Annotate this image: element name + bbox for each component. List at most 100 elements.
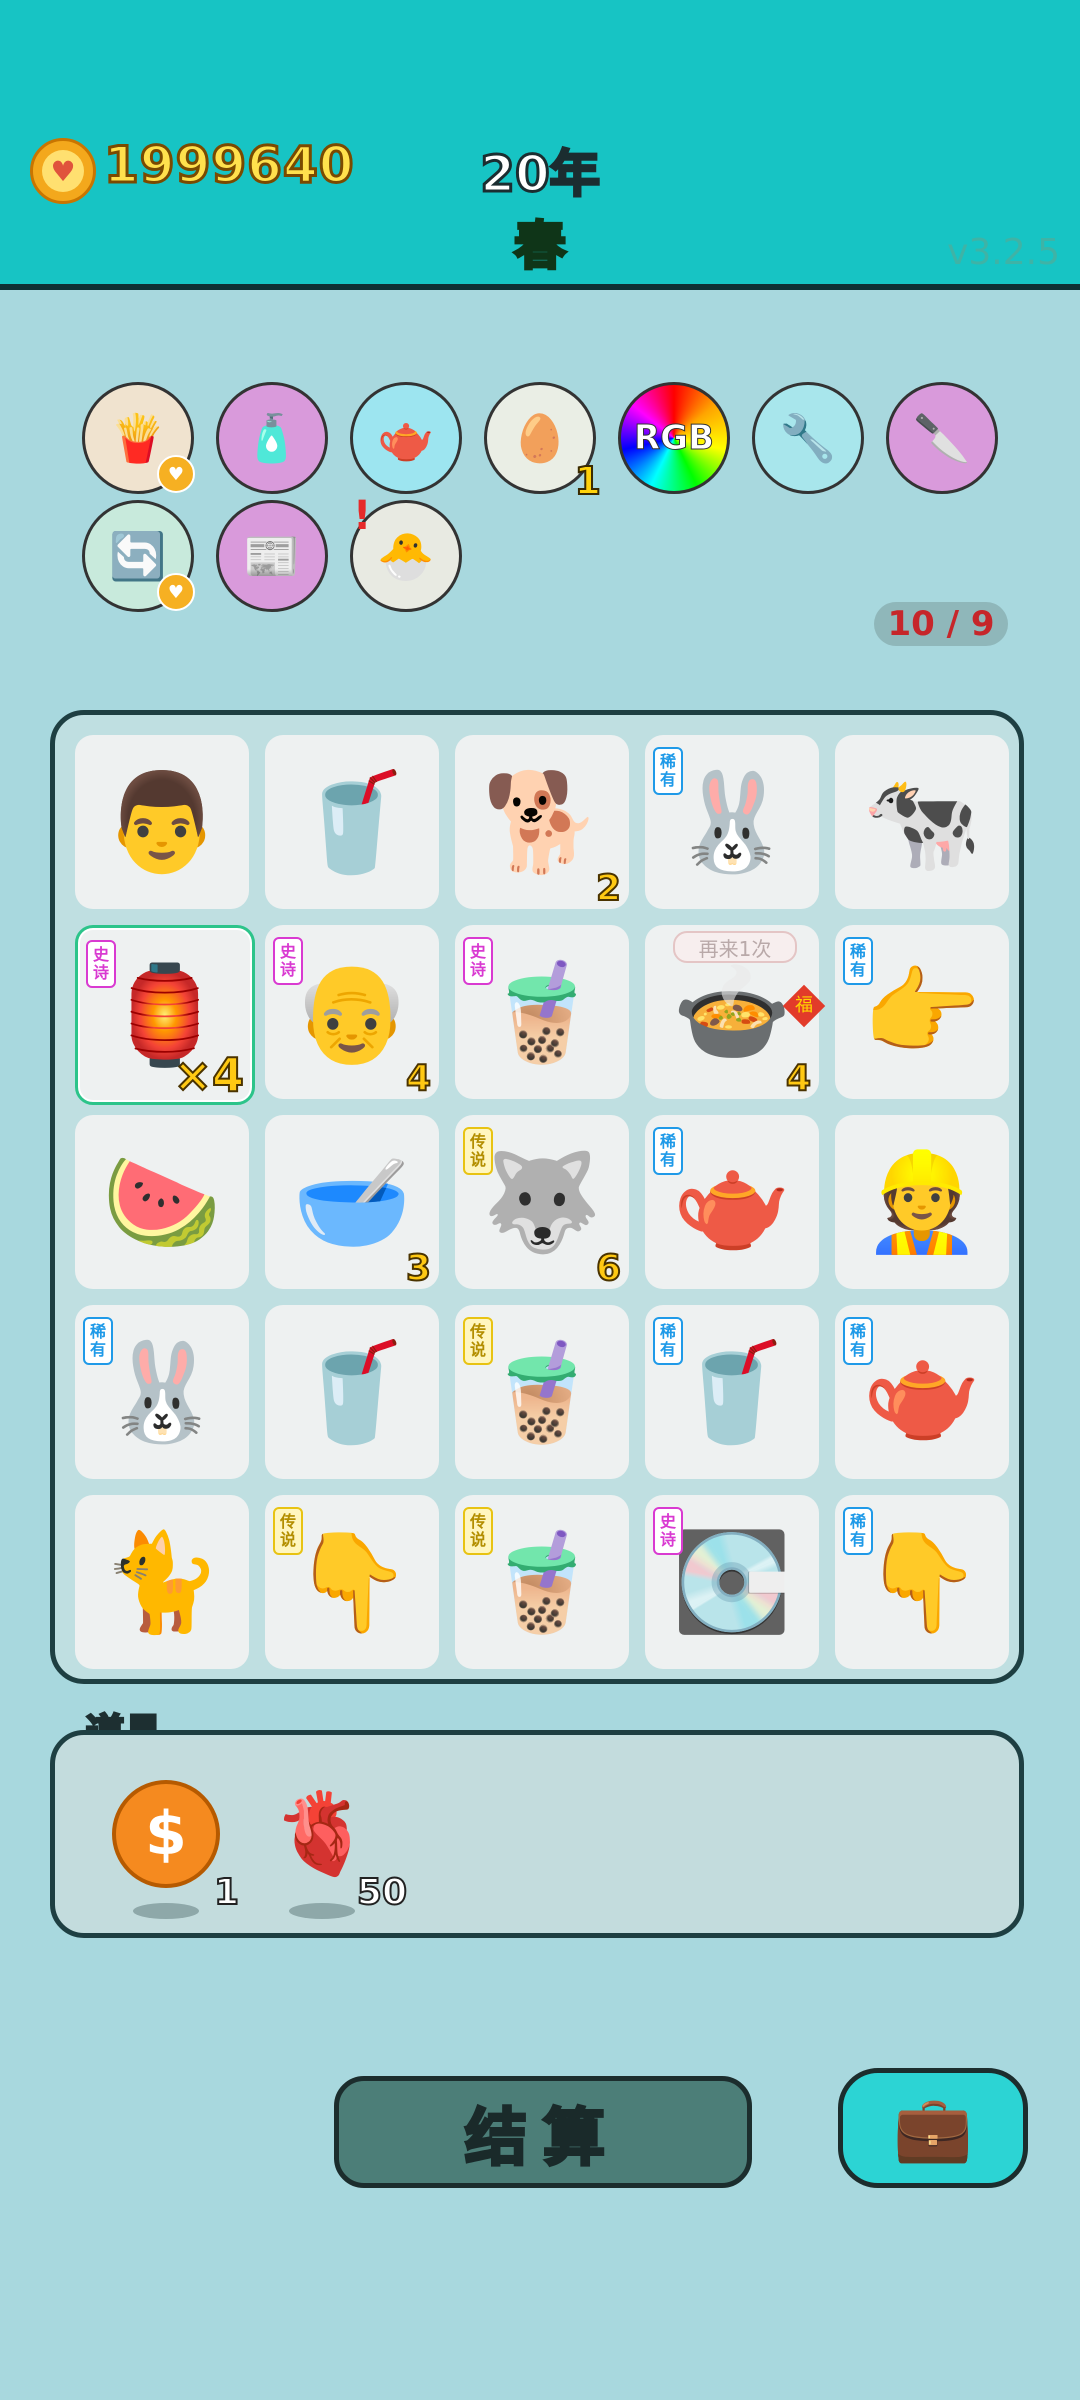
king-husky-icon: 🐺 (482, 1145, 602, 1258)
cleaver-icon[interactable]: 🔪 (886, 382, 998, 494)
time-magazine-icon[interactable]: 📰 (216, 500, 328, 612)
board-cell-milk-tea-cup[interactable]: 🥤 稀有 (645, 1305, 819, 1479)
watermelon-icon: 🍉 (102, 1145, 222, 1258)
board-cell-rabbit[interactable]: 🐰 稀有 (75, 1305, 249, 1479)
rarity-tag: 稀有 (653, 1127, 683, 1175)
rabbit-icon: 🐰 (672, 765, 792, 878)
rarity-tag: 传说 (463, 1127, 493, 1175)
alert-icon: ! (353, 493, 372, 539)
pump-icon[interactable]: 🔧 (752, 382, 864, 494)
cow-icon: 🐄 (862, 765, 982, 878)
coin-icon: ♥ (30, 138, 96, 204)
board-cell-old-man-face[interactable]: 👴 史诗 4 (265, 925, 439, 1100)
board-cell-pointing-hand[interactable]: 👉 稀有 (835, 925, 1009, 1099)
dollar-coin-prop[interactable]: $1 (111, 1779, 240, 1919)
pump-icon-glyph: 🔧 (779, 410, 837, 465)
board-cell-domed-milk-tea[interactable]: 🧋 传说 (455, 1495, 629, 1669)
rarity-tag: 史诗 (86, 940, 116, 988)
brown-hand-icon: 👇 (862, 1525, 982, 1638)
liver-icon: 🫀 (272, 1787, 372, 1880)
gpu-card-icon: 💽 (672, 1525, 792, 1638)
board-cell-brown-hand[interactable]: 👇 稀有 (835, 1495, 1009, 1669)
refresh-icon[interactable]: 🔄 ♥ (82, 500, 195, 612)
domed-milk-tea-icon: 🧋 (482, 1525, 602, 1638)
prop-count: 1 (213, 1871, 240, 1914)
egg-tray-icon-glyph: 🥚 (511, 410, 569, 465)
board-cell-small-milk-tea[interactable]: 🥤 (265, 735, 439, 909)
board-cell-small-milk-tea[interactable]: 🥤 (265, 1305, 439, 1479)
gravy-boat-icon-glyph: 🫖 (377, 410, 435, 465)
teapot-icon: 🫖 (862, 1335, 982, 1448)
small-milk-tea-icon: 🥤 (292, 1335, 412, 1448)
liver-prop[interactable]: 🫀 50 (267, 1779, 408, 1919)
refresh-icon-glyph: 🔄 (109, 528, 167, 583)
version-label: v3.2.5 (947, 232, 1060, 273)
chick-egg-icon-glyph: 🐣 (377, 528, 435, 583)
fries-icon[interactable]: 🍟 ♥ (82, 382, 195, 494)
spray-bottle-icon-glyph: 🧴 (243, 410, 301, 465)
egg-tray-icon[interactable]: 🥚 1 (484, 382, 602, 504)
rarity-tag: 稀有 (653, 747, 683, 795)
board-cell-large-milk-tea[interactable]: 🧋 史诗 (455, 925, 629, 1099)
board-cell-worker-face[interactable]: 👷 (835, 1115, 1009, 1289)
domed-milk-tea-icon: 🧋 (482, 1335, 602, 1448)
board-cell-bowl[interactable]: 🥣 3 (265, 1115, 439, 1290)
tool-count-badge: 1 (574, 458, 602, 504)
rarity-tag: 稀有 (83, 1317, 113, 1365)
rarity-tag: 史诗 (463, 937, 493, 985)
stack-count: 2 (595, 867, 622, 910)
pointing-hand-icon: 👉 (862, 955, 982, 1068)
fu-badge-icon: 福 (782, 984, 826, 1028)
soup-bowl-icon: 🍲 (672, 955, 792, 1068)
top-bar: ♥ 1999640 20年 春 v3.2.5 (0, 0, 1080, 290)
rabbit-icon: 🐰 (102, 1335, 222, 1448)
cat-icon: 🐈 (102, 1525, 222, 1638)
stack-count: ×4 (172, 1047, 245, 1103)
year-label: 20年 (479, 144, 602, 205)
settle-button[interactable]: 结算 (334, 2076, 752, 2188)
fries-icon-glyph: 🍟 (109, 410, 167, 465)
rarity-tag: 传说 (273, 1507, 303, 1555)
briefcase-button[interactable]: 💼 (838, 2068, 1028, 2188)
board-cell-rabbit[interactable]: 🐰 稀有 (645, 735, 819, 909)
board-cell-rabbit-tent[interactable]: 🏮 史诗 ×4 (75, 925, 255, 1105)
bowl-icon: 🥣 (292, 1145, 412, 1258)
rarity-tag: 稀有 (843, 1317, 873, 1365)
stack-count: 4 (785, 1057, 812, 1100)
rarity-tag: 传说 (463, 1507, 493, 1555)
board-cell-cat[interactable]: 🐈 (75, 1495, 249, 1669)
board-cell-husky-dog[interactable]: 🐕 2 (455, 735, 629, 910)
board-cell-teapot[interactable]: 🫖 稀有 (835, 1305, 1009, 1479)
board-cell-domed-milk-tea[interactable]: 🧋 传说 (455, 1305, 629, 1479)
old-man-face-icon: 👴 (292, 955, 412, 1068)
board-cell-teapot[interactable]: 🫖 稀有 (645, 1115, 819, 1289)
board-cell-gpu-card[interactable]: 💽 史诗 (645, 1495, 819, 1669)
rarity-tag: 史诗 (653, 1507, 683, 1555)
prop-shadow (133, 1903, 199, 1919)
worker-face-icon: 👷 (862, 1145, 982, 1258)
season-label: 春 (512, 216, 567, 279)
board-cell-yellow-hand[interactable]: 👇 传说 (265, 1495, 439, 1669)
retry-bubble: 再来1次 (673, 931, 797, 963)
prop-count: 50 (356, 1871, 408, 1914)
yellow-hand-icon: 👇 (292, 1525, 412, 1638)
rarity-tag: 稀有 (843, 1507, 873, 1555)
spray-bottle-icon[interactable]: 🧴 (216, 382, 328, 494)
rgb-wheel-icon-glyph: RGB (633, 418, 714, 459)
rarity-tag: 史诗 (273, 937, 303, 985)
board-cell-soup-bowl[interactable]: 🍲 4 再来1次福 (645, 925, 826, 1100)
board-cell-king-husky[interactable]: 🐺 传说 6 (455, 1115, 629, 1290)
gravy-boat-icon[interactable]: 🫖 (350, 382, 462, 494)
heart-badge-icon: ♥ (157, 455, 195, 493)
stack-count: 3 (405, 1247, 432, 1290)
chick-egg-icon[interactable]: 🐣! (350, 493, 462, 612)
board-cell-watermelon[interactable]: 🍉 (75, 1115, 249, 1289)
board-cell-man-face[interactable]: 👨 (75, 735, 249, 909)
stack-count: 4 (405, 1057, 432, 1100)
props-panel: $1 🫀 50 (50, 1730, 1024, 1938)
milk-tea-cup-icon: 🥤 (672, 1335, 792, 1448)
board-cell-cow[interactable]: 🐄 (835, 735, 1009, 909)
prop-shadow (289, 1903, 355, 1919)
rarity-tag: 稀有 (653, 1317, 683, 1365)
rgb-wheel-icon[interactable]: RGB (618, 382, 730, 494)
